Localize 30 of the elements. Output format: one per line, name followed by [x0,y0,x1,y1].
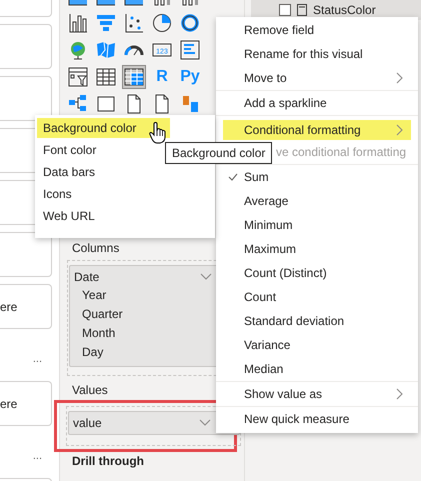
more-options-button[interactable]: ... [32,450,42,462]
menu-item[interactable]: Show value as [223,382,411,406]
tooltip: Background color [165,142,272,164]
menu-item[interactable]: Web URL [37,206,103,226]
menu-item[interactable]: Data bars [37,162,104,182]
menu-item[interactable]: Font color [37,140,104,160]
menu-item[interactable]: Background color [37,118,170,138]
hierarchy-level: Year [81,287,108,304]
menu-item[interactable]: Rename for this visual [223,42,411,66]
menu-item[interactable]: Conditional formatting [223,120,411,140]
menu-item[interactable]: Average [223,189,411,213]
menu-item[interactable]: Maximum [223,237,411,261]
field-name: StatusColor [313,3,376,17]
menu-item[interactable]: Add a sparkline [223,91,411,115]
menu-item[interactable]: Remove field [223,18,411,42]
section-label: Columns [71,240,120,257]
field-name: value [73,416,102,430]
hierarchy-level: Month [81,325,116,342]
hierarchy-level: Day [81,344,104,361]
menu-item[interactable]: Sum [223,165,411,189]
menu-item[interactable]: Minimum [223,213,411,237]
menu-item[interactable]: Move to [223,66,411,90]
more-options-button[interactable]: ... [32,352,42,364]
section-label: Drill through [71,454,145,468]
section-label: Values [71,382,109,399]
card-placeholder-text: ere [0,396,18,410]
field-name: Date [74,270,100,284]
menu-item[interactable]: Icons [37,184,80,204]
hierarchy-level: Quarter [81,306,124,323]
card-placeholder-text: ere [0,300,18,314]
